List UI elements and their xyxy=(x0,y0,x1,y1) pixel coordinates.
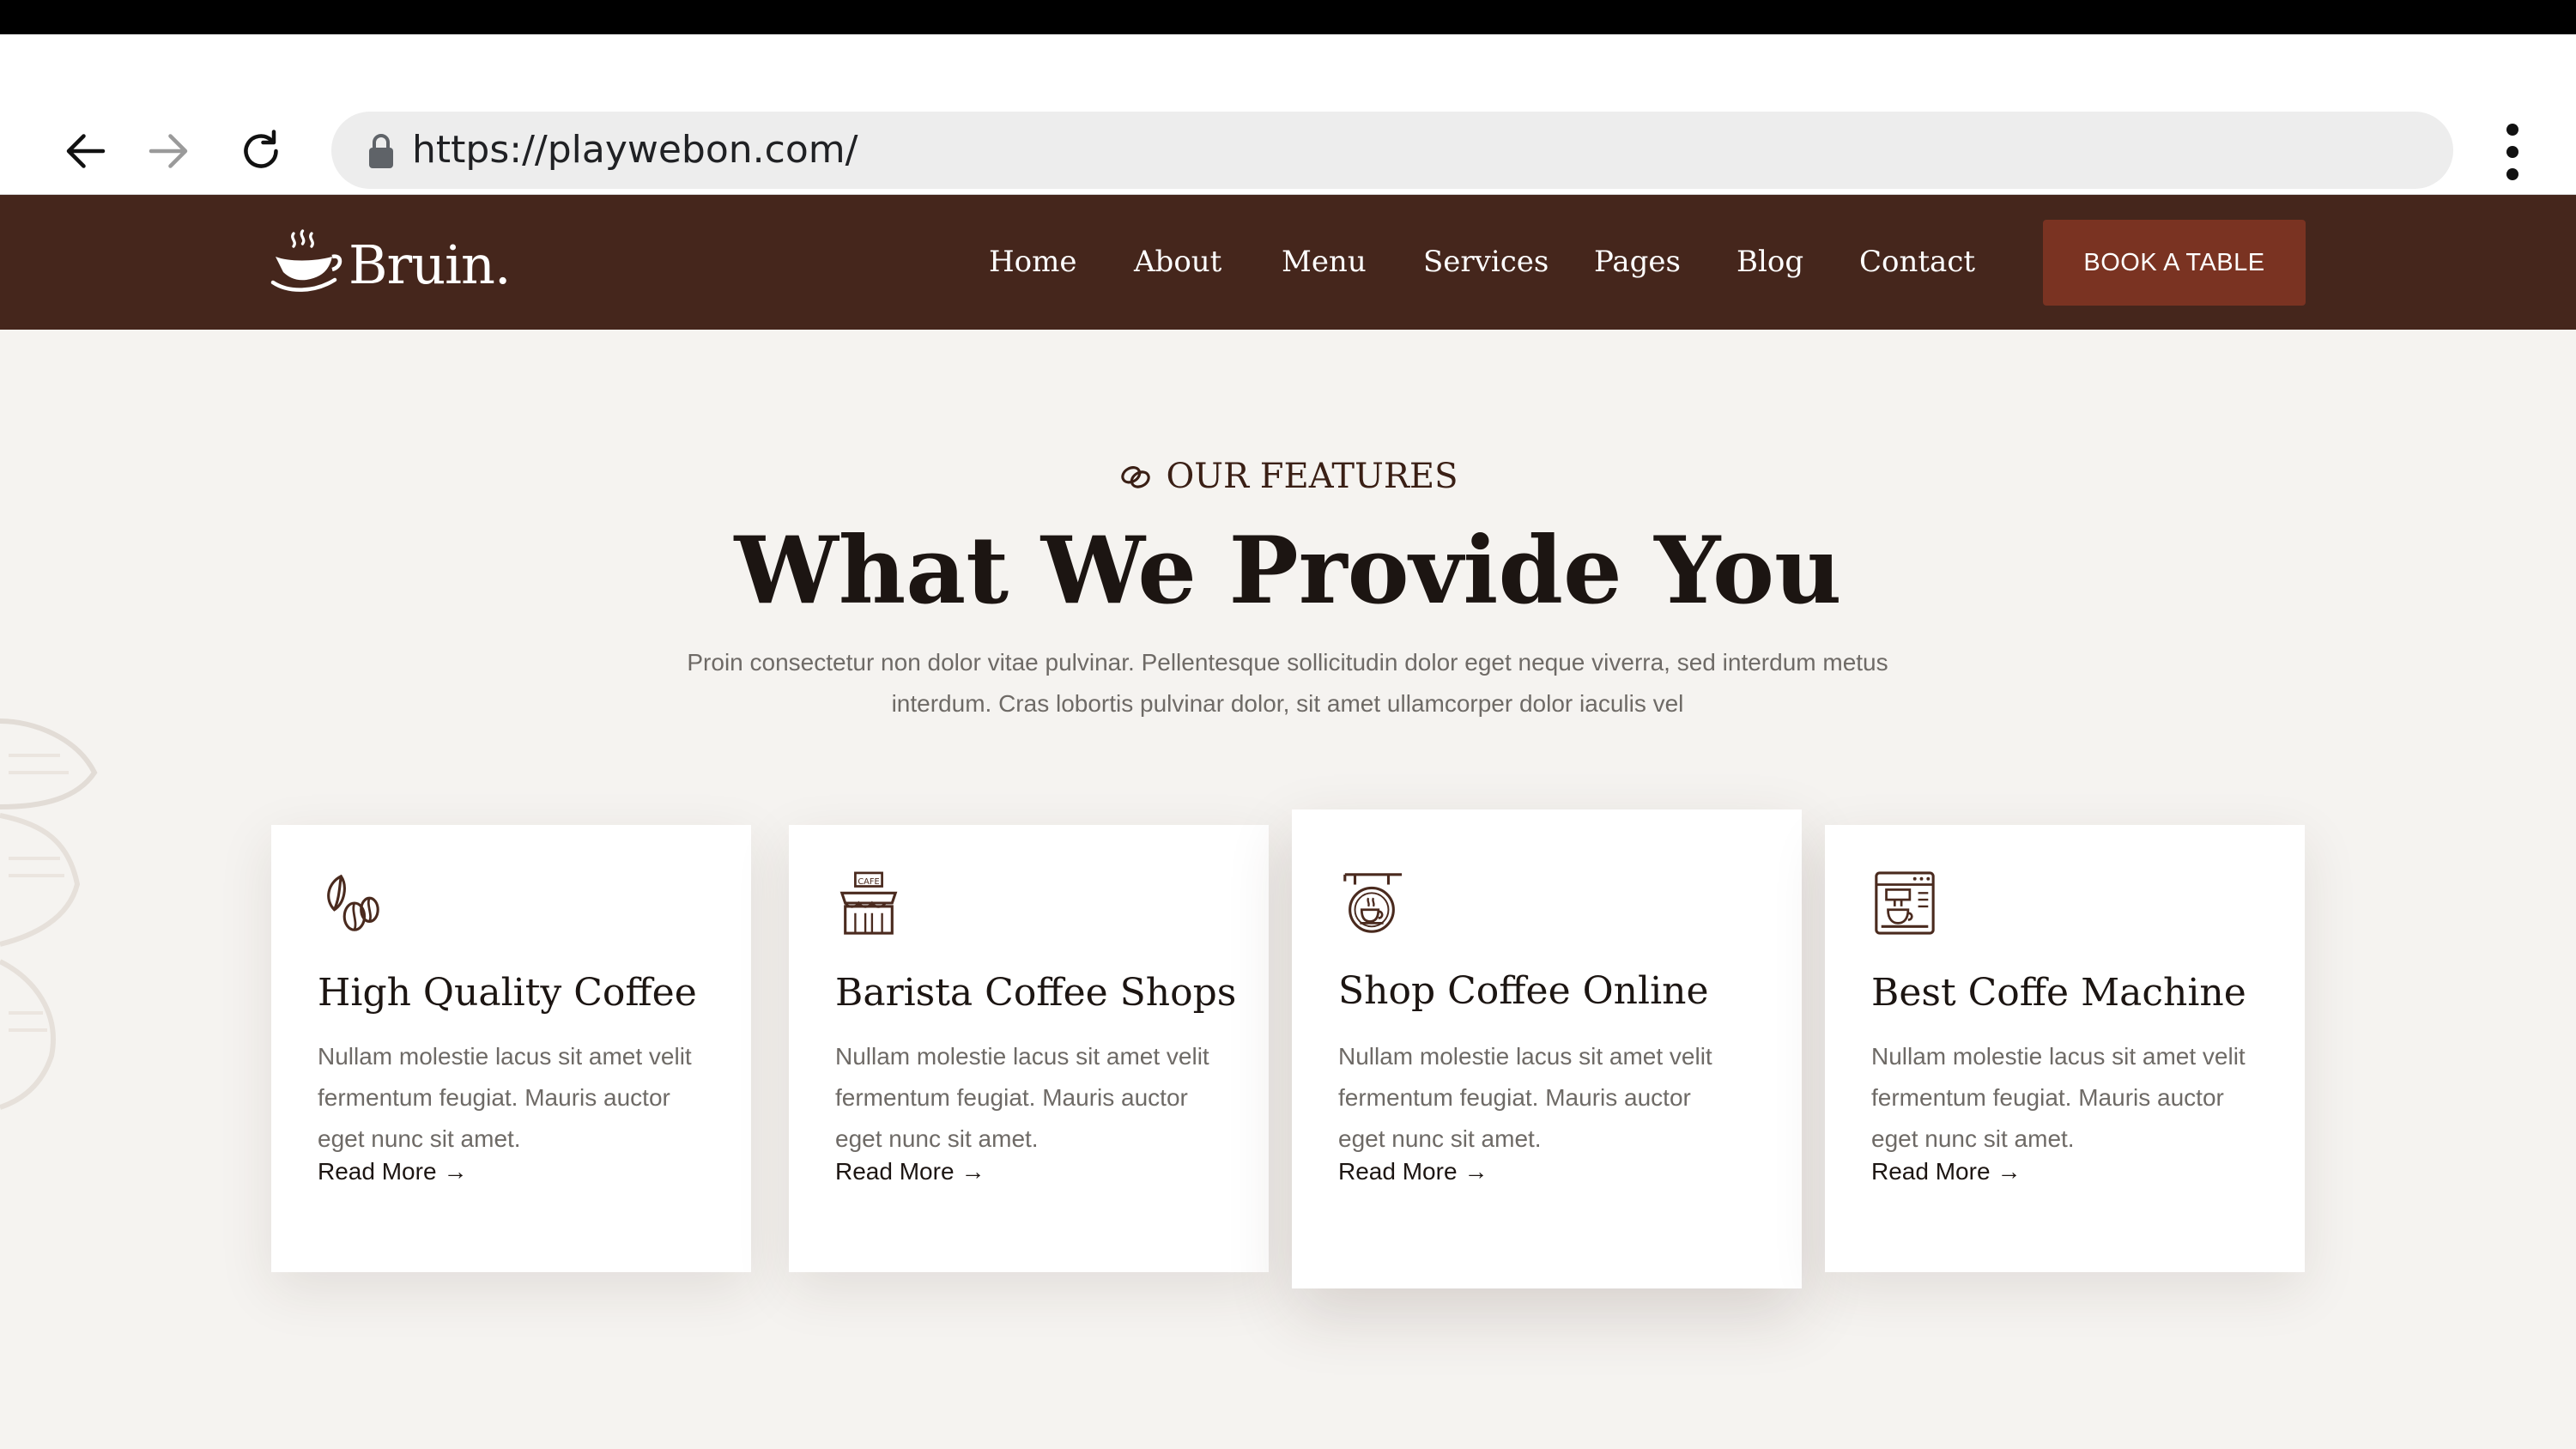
back-button[interactable] xyxy=(52,117,120,185)
arrow-right-icon: → xyxy=(443,1158,468,1185)
browser-toolbar: https://playwebon.com/ xyxy=(0,34,2576,196)
card-text: Nullam molestie lacus sit amet velit fer… xyxy=(835,1043,1209,1152)
nav-blog[interactable]: Blog xyxy=(1737,195,1803,330)
arrow-right-icon: → xyxy=(1997,1158,2021,1185)
more-vert-icon[interactable] xyxy=(2486,122,2537,182)
feature-card-active: Shop Coffee Online Nullam molestie lacus… xyxy=(1292,809,1802,1288)
lock-icon xyxy=(369,134,393,168)
coffee-bean-icon xyxy=(1121,466,1151,488)
feature-card: Best Coffe Machine Nullam molestie lacus… xyxy=(1825,825,2305,1272)
forward-button[interactable] xyxy=(134,117,203,185)
feature-card: High Quality Coffee Nullam molestie lacu… xyxy=(271,825,751,1272)
coffee-sign-icon xyxy=(1343,873,1403,933)
nav-services[interactable]: Services xyxy=(1423,195,1549,330)
section-eyebrow: OUR FEATURES xyxy=(0,451,2576,502)
card-title: Shop Coffee Online xyxy=(1338,969,1709,1013)
coffee-grinder-sketch xyxy=(0,718,98,1110)
nav-menu[interactable]: Menu xyxy=(1282,195,1367,330)
nav-contact[interactable]: Contact xyxy=(1859,195,1975,330)
nav-pages[interactable]: Pages xyxy=(1594,195,1681,330)
book-table-button[interactable]: BOOK A TABLE xyxy=(2043,220,2306,306)
coffee-beans-icon xyxy=(327,874,379,931)
read-more-label: Read More xyxy=(1871,1158,1991,1185)
card-text: Nullam molestie lacus sit amet velit fer… xyxy=(1338,1043,1712,1152)
read-more-label: Read More xyxy=(835,1158,955,1185)
site-header: Bruin. Home About Menu Services Pages Bl… xyxy=(0,195,2576,330)
status-strip xyxy=(0,0,2576,34)
coffee-cup-logo-icon xyxy=(270,229,342,292)
logo-text: Bruin. xyxy=(349,233,512,296)
read-more-link[interactable]: Read More → xyxy=(835,1158,985,1185)
nav-home[interactable]: Home xyxy=(989,195,1076,330)
read-more-link[interactable]: Read More → xyxy=(1871,1158,2021,1185)
forward-arrow-icon xyxy=(148,134,188,168)
coffee-machine-icon xyxy=(1875,871,1935,935)
url-text[interactable]: https://playwebon.com/ xyxy=(412,112,858,189)
card-title: Best Coffe Machine xyxy=(1871,971,2246,1015)
read-more-link[interactable]: Read More → xyxy=(1338,1158,1488,1185)
nav-about[interactable]: About xyxy=(1134,195,1221,330)
logo[interactable]: Bruin. xyxy=(268,226,512,303)
back-arrow-icon xyxy=(66,134,106,168)
read-more-label: Read More xyxy=(1338,1158,1458,1185)
card-title: Barista Coffee Shops xyxy=(835,971,1237,1015)
feature-card: CAFE Barista Coffee Shops Nullam molesti… xyxy=(789,825,1269,1272)
address-bar[interactable]: https://playwebon.com/ xyxy=(331,112,2453,189)
read-more-link[interactable]: Read More → xyxy=(318,1158,468,1185)
cafe-shop-icon: CAFE xyxy=(839,871,898,935)
reload-icon xyxy=(244,130,278,168)
card-text: Nullam molestie lacus sit amet velit fer… xyxy=(318,1043,692,1152)
arrow-right-icon: → xyxy=(1464,1158,1488,1185)
eyebrow-text: OUR FEATURES xyxy=(1166,457,1458,496)
section-title: What We Provide You xyxy=(734,517,1842,625)
read-more-label: Read More xyxy=(318,1158,437,1185)
card-title: High Quality Coffee xyxy=(318,971,697,1015)
svg-text:CAFE: CAFE xyxy=(858,877,879,887)
card-text: Nullam molestie lacus sit amet velit fer… xyxy=(1871,1043,2246,1152)
reload-button[interactable] xyxy=(227,117,295,185)
section-description: Proin consectetur non dolor vitae pulvin… xyxy=(687,649,1888,717)
arrow-right-icon: → xyxy=(961,1158,985,1185)
